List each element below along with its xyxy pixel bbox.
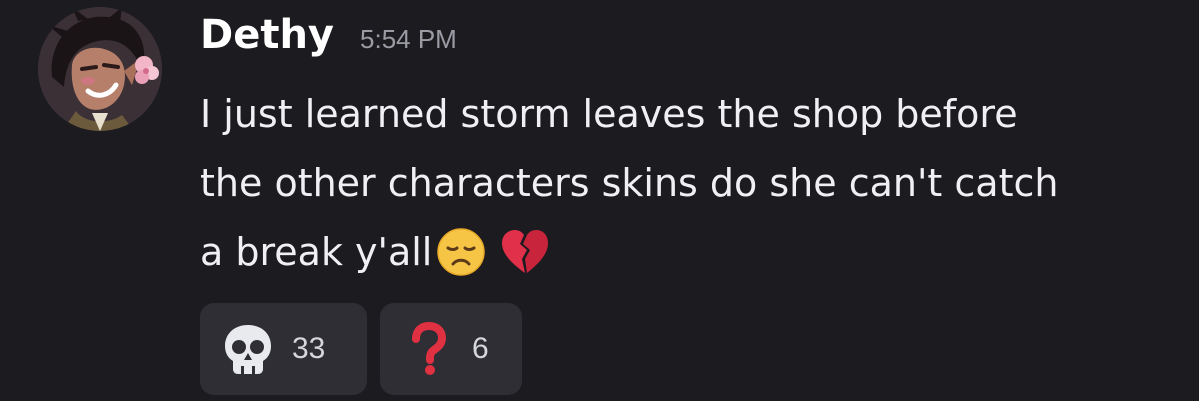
chat-message: Dethy 5:54 PM I just learned storm leave… <box>0 0 1199 401</box>
skull-icon <box>220 321 276 377</box>
username[interactable]: Dethy <box>200 12 334 58</box>
red-question-mark-icon <box>400 321 456 377</box>
user-avatar[interactable] <box>38 7 162 131</box>
reaction-skull-button[interactable]: 33 <box>200 303 367 395</box>
message-line-last: a break y'all <box>200 218 1180 287</box>
disappointed-face-emoji-icon <box>436 227 486 277</box>
reaction-count: 33 <box>292 332 326 365</box>
message-content: I just learned storm leaves the shop bef… <box>200 80 1180 287</box>
reaction-question-button[interactable]: 6 <box>380 303 522 395</box>
message-line: I just learned storm leaves the shop bef… <box>200 92 1018 136</box>
message-line-text: a break y'all <box>200 230 433 274</box>
message-line: the other characters skins do she can't … <box>200 161 1059 205</box>
broken-heart-emoji-icon <box>500 227 550 277</box>
reaction-count: 6 <box>472 332 489 365</box>
timestamp[interactable]: 5:54 PM <box>360 24 457 55</box>
reactions-bar: 33 6 <box>200 303 522 395</box>
message-header: Dethy 5:54 PM <box>200 12 457 68</box>
